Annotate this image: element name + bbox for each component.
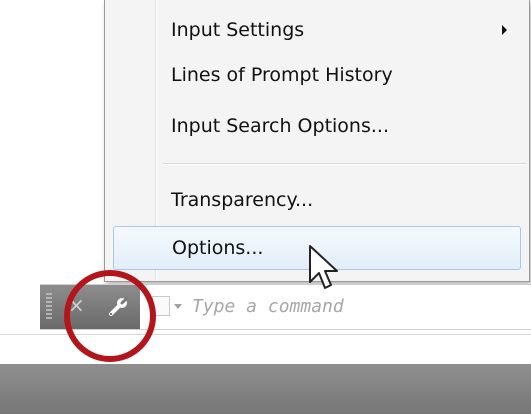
status-bar [0, 364, 531, 414]
menu-item-lines-of-prompt-history[interactable]: Lines of Prompt History [113, 55, 521, 95]
menu-item-label: Input Settings [171, 19, 305, 41]
menu-item-label: Options... [172, 237, 264, 259]
recent-commands-icon [152, 296, 170, 316]
command-line-bar: × [40, 284, 531, 330]
close-icon[interactable]: × [68, 293, 85, 317]
command-line-customize-menu: Input Settings Lines of Prompt History I… [104, 0, 530, 282]
menu-item-input-search-options[interactable]: Input Search Options... [113, 106, 521, 146]
menu-item-transparency[interactable]: Transparency... [113, 180, 521, 220]
menu-item-options[interactable]: Options... [113, 226, 521, 270]
wrench-icon[interactable] [105, 294, 131, 320]
menu-item-label: Transparency... [171, 189, 314, 211]
drawing-area-strip [0, 334, 531, 365]
chevron-down-icon [174, 304, 182, 309]
command-input[interactable] [192, 291, 512, 321]
recent-commands-button[interactable] [152, 295, 182, 319]
customize-button[interactable] [96, 285, 140, 329]
menu-item-label: Lines of Prompt History [171, 64, 393, 86]
grip-handle-icon[interactable] [46, 293, 52, 321]
command-line-grip[interactable]: × [40, 285, 140, 329]
menu-separator [163, 163, 527, 165]
menu-item-input-settings[interactable]: Input Settings [113, 10, 521, 50]
submenu-arrow-icon [502, 25, 507, 35]
menu-item-label: Input Search Options... [171, 115, 389, 137]
